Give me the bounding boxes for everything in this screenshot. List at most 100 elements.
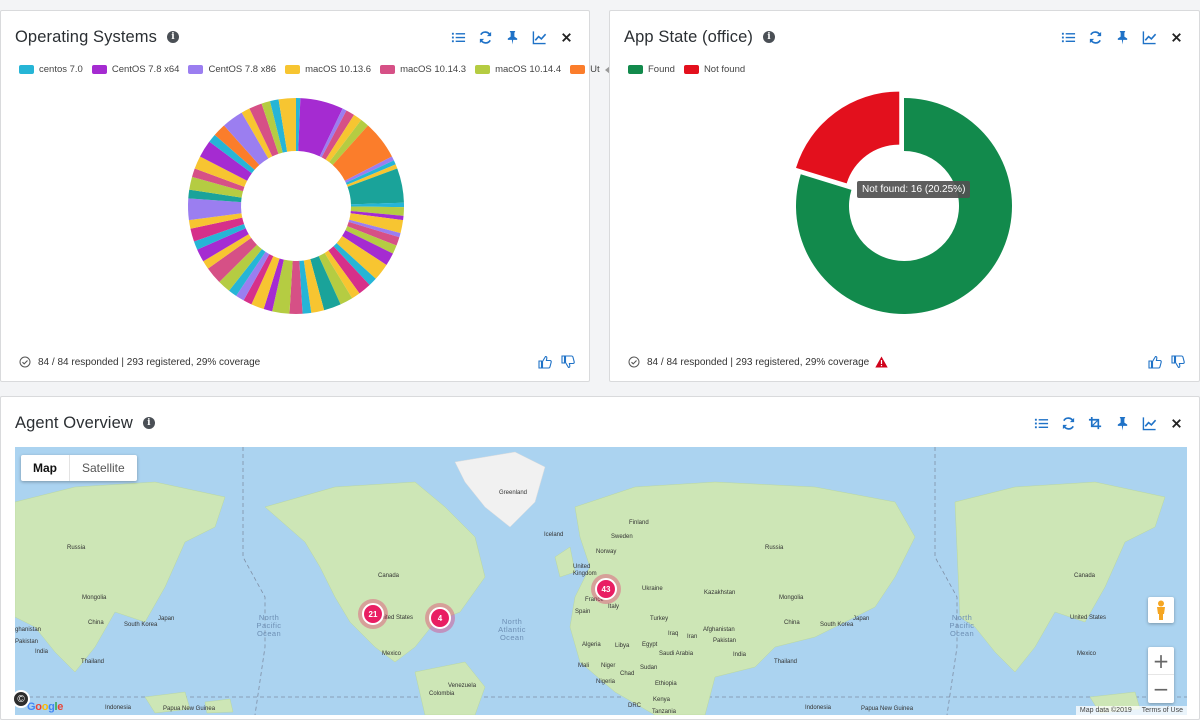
- world-map[interactable]: Map Satellite North Pacific Ocean North …: [15, 447, 1187, 715]
- close-icon[interactable]: [557, 28, 575, 46]
- trend-chart-icon[interactable]: [1140, 28, 1158, 46]
- map-cluster-marker[interactable]: 43: [591, 574, 621, 604]
- terms-of-use-link[interactable]: Terms of Use: [1142, 707, 1183, 714]
- legend-swatch: [380, 65, 396, 74]
- place-label: China: [88, 620, 104, 626]
- app-coverage-text: 84 / 84 responded | 293 registered, 29% …: [647, 356, 870, 368]
- os-footer: 84 / 84 responded | 293 registered, 29% …: [19, 355, 575, 369]
- legend-swatch: [285, 65, 301, 74]
- place-label: Afghanistan: [703, 627, 735, 633]
- place-label: Canada: [378, 573, 400, 579]
- close-icon[interactable]: [1167, 28, 1185, 46]
- legend-item[interactable]: Ut: [570, 64, 600, 75]
- place-label: Papua New Guinea: [861, 706, 914, 712]
- legend-item[interactable]: CentOS 7.8 x64: [91, 64, 179, 75]
- os-coverage-text: 84 / 84 responded | 293 registered, 29% …: [38, 356, 261, 368]
- list-icon[interactable]: [1032, 414, 1050, 432]
- place-label: Mexico: [382, 651, 402, 657]
- os-card-header: Operating Systems i: [15, 25, 575, 49]
- legend-item[interactable]: CentOS 7.8 x86: [188, 64, 276, 75]
- refresh-icon[interactable]: [476, 28, 494, 46]
- place-label: ghanistan: [15, 627, 42, 633]
- legend-swatch: [475, 65, 491, 74]
- google-logo: Google: [27, 701, 64, 713]
- ocean-label: North Atlantic Ocean: [498, 617, 526, 642]
- zoom-control: + −: [1148, 647, 1174, 703]
- place-label: Turkey: [650, 616, 669, 622]
- copyright-icon[interactable]: ©: [12, 690, 30, 708]
- place-label: Iraq: [668, 631, 679, 637]
- satellite-view-button[interactable]: Satellite: [70, 455, 137, 481]
- map-attribution: Map data ©2019 Terms of Use: [1075, 706, 1187, 715]
- place-label: Tanzania: [652, 709, 677, 715]
- place-label: Iceland: [544, 532, 564, 538]
- app-donut-chart: [796, 91, 1012, 314]
- thumbs-down-icon[interactable]: [1171, 355, 1185, 369]
- place-label: Mali: [578, 663, 590, 669]
- pin-icon[interactable]: [503, 28, 521, 46]
- trend-chart-icon[interactable]: [1140, 414, 1158, 432]
- place-label: Libya: [615, 643, 630, 649]
- close-icon[interactable]: [1167, 414, 1185, 432]
- place-label: India: [733, 652, 747, 658]
- map-type-control: Map Satellite: [21, 455, 137, 481]
- zoom-out-button[interactable]: −: [1148, 675, 1174, 703]
- place-label: China: [784, 620, 800, 626]
- legend-swatch: [91, 65, 107, 74]
- donut-slice[interactable]: [796, 91, 900, 184]
- street-view-pegman-icon[interactable]: [1148, 597, 1174, 623]
- place-label: Mongolia: [82, 595, 107, 601]
- trend-chart-icon[interactable]: [530, 28, 548, 46]
- refresh-icon[interactable]: [1086, 28, 1104, 46]
- legend-item[interactable]: Not found: [683, 64, 745, 75]
- info-icon[interactable]: i: [142, 417, 155, 429]
- warning-icon[interactable]: [875, 356, 888, 368]
- map-cluster-marker[interactable]: 4: [425, 603, 455, 633]
- pin-icon[interactable]: [1113, 28, 1131, 46]
- place-label: South Korea: [820, 622, 854, 628]
- place-label: Niger: [601, 663, 616, 669]
- place-label: Norway: [596, 549, 617, 555]
- legend-label: macOS 10.14.3: [400, 64, 467, 75]
- place-label: Ukraine: [642, 586, 663, 592]
- info-icon[interactable]: i: [762, 31, 775, 43]
- pin-icon[interactable]: [1113, 414, 1131, 432]
- list-icon[interactable]: [449, 28, 467, 46]
- thumbs-up-icon[interactable]: [1148, 355, 1162, 369]
- crop-icon[interactable]: [1086, 414, 1104, 432]
- app-footer: 84 / 84 responded | 293 registered, 29% …: [628, 355, 1185, 369]
- map-card-title: Agent Overview: [15, 413, 133, 432]
- place-label: Mongolia: [779, 595, 804, 601]
- list-icon[interactable]: [1059, 28, 1077, 46]
- app-toolbar: [1059, 28, 1185, 46]
- ocean-label: North Pacific Ocean: [256, 613, 282, 638]
- legend-item[interactable]: macOS 10.14.3: [380, 64, 466, 75]
- place-label: DRC: [628, 703, 641, 709]
- map-cluster-marker[interactable]: 21: [358, 599, 388, 629]
- legend-item[interactable]: macOS 10.13.6: [285, 64, 371, 75]
- place-label: Kenya: [653, 697, 671, 703]
- zoom-in-button[interactable]: +: [1148, 647, 1174, 675]
- check-circle-icon: [628, 356, 640, 368]
- legend-item[interactable]: centos 7.0: [19, 64, 83, 75]
- place-label: Venezuela: [448, 683, 477, 689]
- place-label: Italy: [608, 604, 620, 610]
- thumbs-up-icon[interactable]: [538, 355, 552, 369]
- legend-label: Found: [648, 64, 675, 75]
- place-label: Sudan: [640, 665, 658, 671]
- legend-item[interactable]: macOS 10.14.4: [475, 64, 561, 75]
- info-icon[interactable]: i: [167, 31, 180, 43]
- refresh-icon[interactable]: [1059, 414, 1077, 432]
- app-legend: Found Not found: [628, 64, 754, 75]
- map-view-button[interactable]: Map: [21, 455, 70, 481]
- place-label: Russia: [67, 545, 86, 551]
- place-label: Japan: [853, 616, 870, 622]
- legend-item[interactable]: Found: [628, 64, 675, 75]
- map-card-header: Agent Overview i: [15, 411, 1185, 435]
- thumbs-down-icon[interactable]: [561, 355, 575, 369]
- map-toolbar: [1032, 414, 1185, 432]
- check-circle-icon: [19, 356, 31, 368]
- place-label: Finland: [629, 520, 649, 526]
- legend-swatch: [628, 65, 643, 74]
- place-label: Japan: [158, 616, 175, 622]
